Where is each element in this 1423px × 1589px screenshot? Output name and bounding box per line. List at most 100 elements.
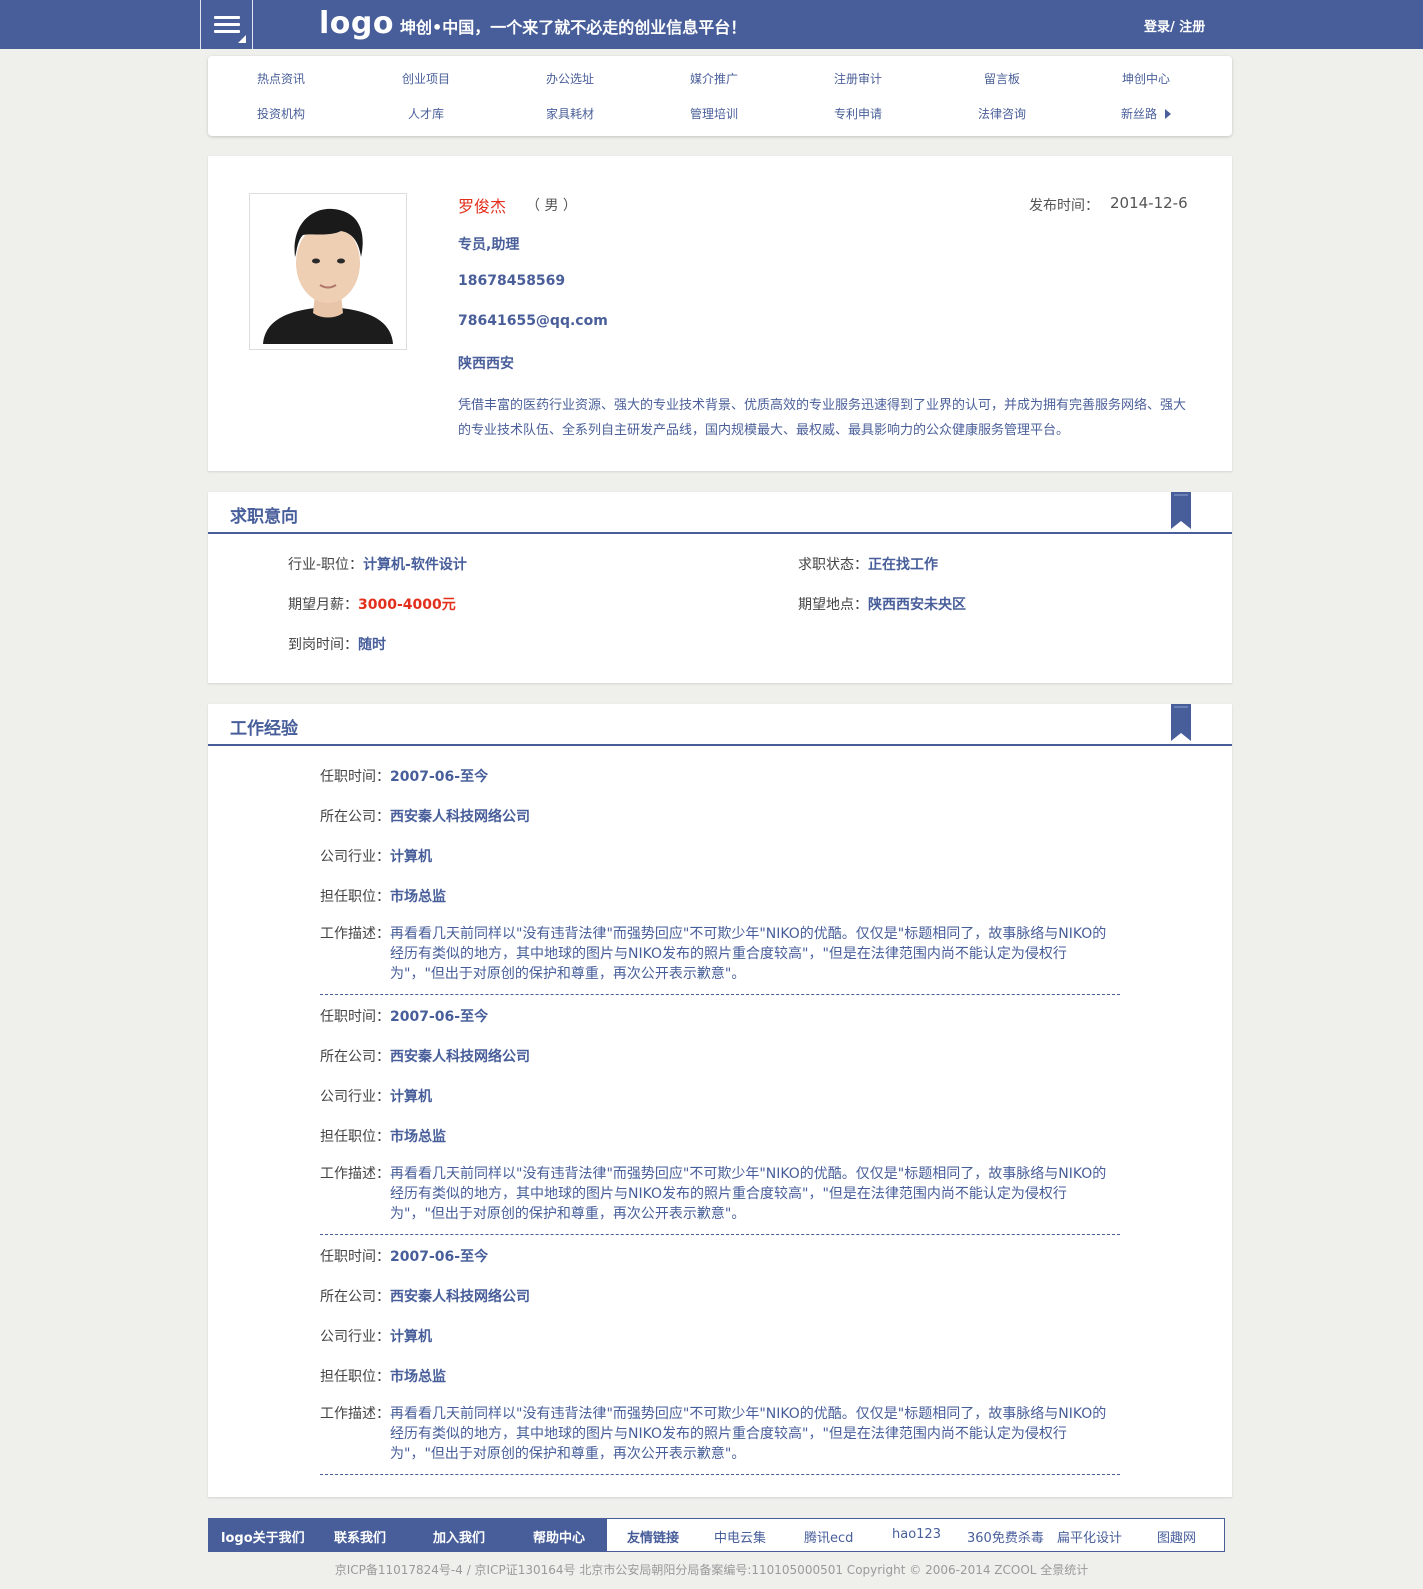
exp-value: 计算机	[390, 1089, 432, 1105]
divider	[320, 1234, 1120, 1235]
exp-value: 计算机	[390, 849, 432, 865]
nav-item[interactable]: 创业项目	[366, 70, 486, 87]
exp-value: 2007-06-至今	[390, 1249, 489, 1265]
exp-value: 2007-06-至今	[390, 769, 489, 785]
intent-place-label: 期望地点：	[798, 597, 868, 613]
candidate-location: 陕西西安	[458, 356, 514, 372]
footer-link[interactable]: 联系我们	[334, 1527, 386, 1546]
publish-date: 2014-12-6	[1110, 194, 1188, 212]
exp-label: 公司行业：	[320, 1089, 390, 1105]
nav-item[interactable]: 热点资讯	[221, 70, 341, 87]
exp-value: 市场总监	[390, 1369, 446, 1385]
nav-item[interactable]: 专利申请	[798, 105, 918, 122]
exp-label: 工作描述：	[320, 1166, 390, 1182]
avatar	[249, 193, 407, 350]
footer-primary-links: logo关于我们 联系我们 加入我们 帮助中心	[209, 1519, 607, 1551]
section-title: 求职意向	[230, 507, 298, 527]
job-intent-section: 求职意向 行业-职位：计算机-软件设计 求职状态：正在找工作 期望月薪：3000…	[208, 492, 1232, 683]
nav-item[interactable]: 媒介推广	[654, 70, 774, 87]
exp-time: 任职时间：2007-06-至今	[320, 1006, 488, 1026]
exp-position: 担任职位：市场总监	[320, 1366, 446, 1386]
exp-label: 所在公司：	[320, 1049, 390, 1065]
nav-item[interactable]: 注册审计	[798, 70, 918, 87]
nav-item[interactable]: 投资机构	[221, 105, 341, 122]
candidate-name: 罗俊杰	[458, 197, 507, 216]
intent-arrival-value: 随时	[358, 637, 386, 653]
intent-salary-label: 期望月薪：	[288, 597, 358, 613]
exp-label: 担任职位：	[320, 889, 390, 905]
exp-description: 工作描述： 再看看几天前同样以"没有违背法律"而强势回应"不可欺少年"NIKO的优…	[320, 924, 1120, 984]
exp-label: 所在公司：	[320, 809, 390, 825]
friend-link[interactable]: 图趣网	[1157, 1527, 1196, 1546]
caret-right-icon	[1165, 109, 1171, 119]
profile-card: 罗俊杰 （ 男 ） 发布时间： 2014-12-6 专员,助理 18678458…	[208, 156, 1232, 471]
friend-link[interactable]: 腾讯ecd	[804, 1527, 853, 1546]
main-nav: 热点资讯 创业项目 办公选址 媒介推广 注册审计 留言板 坤创中心 投资机构 人…	[208, 56, 1232, 136]
intent-status-value: 正在找工作	[868, 557, 938, 573]
exp-value: 2007-06-至今	[390, 1009, 489, 1025]
exp-label: 任职时间：	[320, 769, 390, 785]
exp-description-text: 再看看几天前同样以"没有违背法律"而强势回应"不可欺少年"NIKO的优酷。仅仅是…	[390, 1166, 1107, 1222]
nav-item[interactable]: 人才库	[366, 105, 486, 122]
exp-position: 担任职位：市场总监	[320, 886, 446, 906]
nav-item[interactable]: 留言板	[942, 70, 1062, 87]
section-header: 求职意向	[208, 492, 1232, 534]
intent-place: 期望地点：陕西西安未央区	[798, 594, 966, 614]
friend-link[interactable]: 中电云集	[714, 1527, 766, 1546]
exp-time: 任职时间：2007-06-至今	[320, 1246, 488, 1266]
nav-item[interactable]: 坤创中心	[1086, 70, 1206, 87]
intent-salary: 期望月薪：3000-4000元	[288, 594, 456, 614]
exp-label: 任职时间：	[320, 1009, 390, 1025]
exp-value: 市场总监	[390, 889, 446, 905]
exp-industry: 公司行业：计算机	[320, 1326, 432, 1346]
intent-industry-value: 计算机-软件设计	[363, 557, 467, 573]
exp-company: 所在公司：西安秦人科技网络公司	[320, 806, 530, 826]
nav-item[interactable]: 管理培训	[654, 105, 774, 122]
exp-label: 工作描述：	[320, 926, 390, 942]
nav-item[interactable]: 办公选址	[510, 70, 630, 87]
exp-value: 西安秦人科技网络公司	[390, 1289, 530, 1305]
exp-label: 所在公司：	[320, 1289, 390, 1305]
exp-position: 担任职位：市场总监	[320, 1126, 446, 1146]
top-header-bar: logo 坤创•中国，一个来了就不必走的创业信息平台！ 登录/ 注册	[0, 0, 1423, 49]
hamburger-icon	[214, 16, 240, 34]
person-photo-icon	[255, 199, 401, 344]
candidate-phone: 18678458569	[458, 273, 566, 289]
nav-item[interactable]: 法律咨询	[942, 105, 1062, 122]
exp-value: 西安秦人科技网络公司	[390, 809, 530, 825]
nav-item-more[interactable]: 新丝路	[1086, 105, 1206, 122]
candidate-position: 专员,助理	[458, 237, 520, 253]
exp-value: 西安秦人科技网络公司	[390, 1049, 530, 1065]
footer-link[interactable]: 加入我们	[433, 1527, 485, 1546]
intent-status: 求职状态：正在找工作	[798, 554, 938, 574]
nav-item[interactable]: 家具耗材	[510, 105, 630, 122]
bookmark-icon	[1171, 704, 1191, 741]
candidate-description: 凭借丰富的医药行业资源、强大的专业技术背景、优质高效的专业服务迅速得到了业界的认…	[458, 398, 1187, 438]
divider	[320, 1474, 1120, 1475]
exp-label: 公司行业：	[320, 1329, 390, 1345]
candidate-email[interactable]: 78641655@qq.com	[458, 313, 608, 329]
exp-label: 担任职位：	[320, 1369, 390, 1385]
login-register-link[interactable]: 登录/ 注册	[1144, 16, 1205, 35]
friend-link[interactable]: hao123	[892, 1527, 941, 1542]
friend-link[interactable]: 扁平化设计	[1057, 1527, 1122, 1546]
footer-link[interactable]: 帮助中心	[533, 1527, 585, 1546]
exp-time: 任职时间：2007-06-至今	[320, 766, 488, 786]
exp-company: 所在公司：西安秦人科技网络公司	[320, 1046, 530, 1066]
corner-triangle-icon	[238, 35, 246, 43]
intent-salary-value: 3000-4000元	[358, 597, 456, 613]
intent-industry-label: 行业-职位：	[288, 557, 364, 573]
footer-links-bar: logo关于我们 联系我们 加入我们 帮助中心 友情链接 中电云集 腾讯ecd …	[208, 1518, 1225, 1552]
section-header: 工作经验	[208, 704, 1232, 746]
site-logo[interactable]: logo	[319, 6, 394, 41]
friend-link[interactable]: 360免费杀毒	[967, 1527, 1044, 1546]
exp-label: 公司行业：	[320, 849, 390, 865]
intent-status-label: 求职状态：	[798, 557, 868, 573]
menu-button[interactable]	[200, 0, 253, 49]
footer-link[interactable]: logo关于我们	[221, 1527, 305, 1546]
site-slogan: 坤创•中国，一个来了就不必走的创业信息平台！	[400, 18, 747, 37]
exp-description-text: 再看看几天前同样以"没有违背法律"而强势回应"不可欺少年"NIKO的优酷。仅仅是…	[390, 926, 1107, 982]
exp-company: 所在公司：西安秦人科技网络公司	[320, 1286, 530, 1306]
intent-arrival-label: 到岗时间：	[288, 637, 358, 653]
exp-industry: 公司行业：计算机	[320, 846, 432, 866]
